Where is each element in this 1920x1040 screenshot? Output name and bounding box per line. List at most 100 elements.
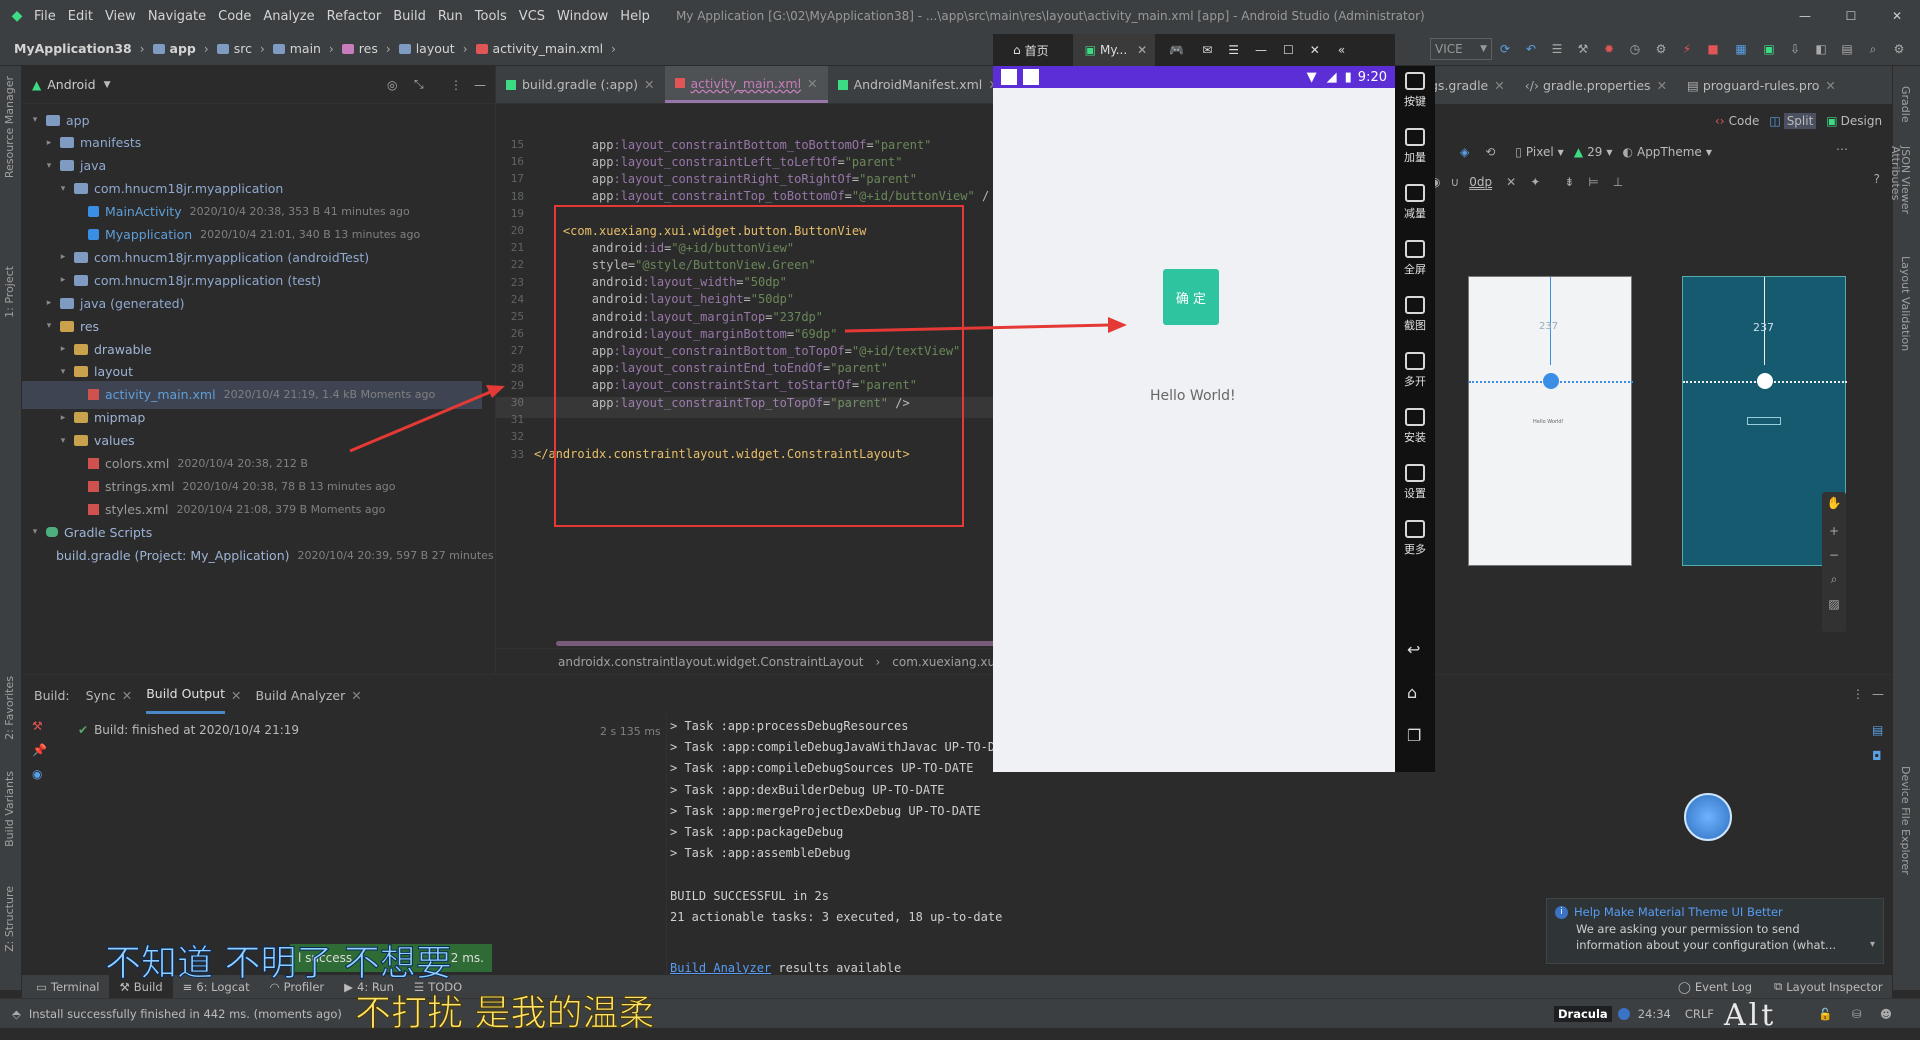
tab-sync[interactable]: Sync: [86, 688, 116, 703]
device-selector[interactable]: Pixel: [1526, 145, 1554, 159]
sdk-icon[interactable]: ⇩: [1782, 42, 1808, 56]
chevron-down-icon[interactable]: ▼: [104, 80, 111, 90]
breadcrumb-item[interactable]: layout: [416, 41, 455, 56]
more-icon[interactable]: ⋮: [1852, 687, 1864, 701]
breadcrumb-item[interactable]: app: [170, 41, 196, 56]
build-icon[interactable]: ⚒: [1570, 42, 1596, 56]
tab-terminal[interactable]: ▭ Terminal: [22, 980, 109, 994]
maximize-icon[interactable]: ☐: [1828, 9, 1874, 23]
editor-tab[interactable]: activity_main.xml ✕: [664, 66, 828, 103]
emulator-tab-app[interactable]: ▣ My... ✕: [1072, 34, 1156, 66]
tab-build-analyzer[interactable]: Build Analyzer: [255, 688, 345, 703]
collapse-arrow-icon[interactable]: ▸: [44, 138, 54, 148]
chevron-down-icon[interactable]: ▾: [1870, 939, 1875, 950]
close-icon[interactable]: ✕: [1825, 78, 1835, 93]
collapse-arrow-icon[interactable]: ▸: [44, 298, 54, 308]
profile-icon[interactable]: ◷: [1622, 42, 1648, 56]
breadcrumb-item[interactable]: res: [359, 41, 378, 56]
breadcrumb-item[interactable]: src: [234, 41, 252, 56]
button-handle[interactable]: [1543, 373, 1559, 389]
collapse-sidebar-icon[interactable]: «: [1338, 43, 1345, 57]
close-icon[interactable]: ✕: [1137, 43, 1147, 57]
breadcrumb-node[interactable]: androidx.constraintlayout.widget.Constra…: [558, 655, 863, 669]
minimize-icon[interactable]: —: [1782, 9, 1828, 23]
structure-tool-tab[interactable]: Z: Structure: [3, 886, 16, 952]
menu-item[interactable]: Code: [218, 9, 251, 24]
menu-item[interactable]: Build: [393, 9, 426, 24]
expand-arrow-icon[interactable]: ▾: [44, 321, 54, 331]
undo-icon[interactable]: ↶: [1518, 42, 1544, 56]
collapse-icon[interactable]: ⤡: [414, 77, 424, 92]
attach-icon[interactable]: ⚙: [1648, 42, 1674, 56]
close-icon[interactable]: ✕: [1874, 9, 1920, 23]
close-icon[interactable]: ✕: [644, 77, 654, 92]
gamepad-icon[interactable]: 🎮: [1169, 43, 1184, 57]
stop-icon[interactable]: ■: [1700, 42, 1726, 56]
hide-icon[interactable]: —: [474, 78, 486, 92]
design-mode-button[interactable]: Design: [1841, 114, 1882, 128]
emulator-tab-home[interactable]: ⌂ 首页: [993, 34, 1059, 66]
layout-inspector-tab[interactable]: ⧉ Layout Inspector: [1774, 975, 1883, 998]
device-file-explorer-tool-tab[interactable]: Device File Explorer: [1899, 766, 1912, 875]
expand-arrow-icon[interactable]: ▾: [58, 436, 68, 446]
menu-item[interactable]: VCS: [519, 9, 545, 24]
close-icon[interactable]: ✕: [122, 688, 132, 703]
close-icon[interactable]: ✕: [1310, 43, 1320, 57]
project-tool-tab[interactable]: 1: Project: [3, 266, 16, 318]
build-status-row[interactable]: ✔ Build: finished at 2020/10/4 21:19: [78, 723, 678, 737]
menu-item[interactable]: Help: [620, 9, 650, 24]
close-icon[interactable]: ✕: [1657, 78, 1667, 93]
close-icon[interactable]: ✕: [1494, 78, 1504, 93]
breadcrumb-item[interactable]: MyApplication38: [14, 41, 132, 56]
theme-selector[interactable]: AppTheme: [1637, 145, 1702, 159]
split-mode-button[interactable]: Split: [1783, 113, 1817, 129]
zoom-out-icon[interactable]: −: [1829, 548, 1839, 562]
zoom-fit-icon[interactable]: ⌕: [1831, 572, 1838, 587]
debug-icon[interactable]: ✹: [1596, 42, 1622, 56]
menu-item[interactable]: Navigate: [148, 9, 206, 24]
pack-icon[interactable]: ⇟: [1564, 175, 1574, 189]
editor-tab[interactable]: build.gradle (:app) ✕: [496, 66, 665, 103]
confirm-button[interactable]: 确 定: [1163, 269, 1219, 325]
close-icon[interactable]: ✕: [807, 76, 817, 91]
phone-screen[interactable]: ▼ ◢ ▮ 9:20 确 定 Hello World!: [993, 66, 1395, 772]
notification-balloon[interactable]: i Help Make Material Theme UI Better We …: [1546, 898, 1884, 964]
sync-icon[interactable]: ⟳: [1492, 42, 1518, 56]
mail-icon[interactable]: ✉: [1202, 43, 1212, 57]
menu-item[interactable]: Refactor: [327, 9, 382, 24]
help-icon[interactable]: ?: [1874, 172, 1880, 186]
emulator-side-button[interactable]: 安装: [1395, 408, 1435, 445]
menu-item[interactable]: View: [105, 9, 136, 24]
breadcrumb-item[interactable]: main: [290, 41, 321, 56]
menu-icon[interactable]: ☰: [1228, 43, 1239, 57]
tree-item[interactable]: build.gradle (Project: My_Application) 20…: [22, 541, 496, 569]
emulator-side-button[interactable]: 截图: [1395, 296, 1435, 333]
hide-icon[interactable]: —: [1872, 687, 1884, 701]
editor-tab[interactable]: AndroidManifest.xml✕: [828, 66, 1009, 103]
avd-icon[interactable]: ▣: [1756, 42, 1782, 56]
build-analyzer-link[interactable]: Build Analyzer: [670, 961, 771, 975]
home-nav-icon[interactable]: ⌂: [1407, 683, 1417, 702]
menu-item[interactable]: Window: [557, 9, 608, 24]
recents-icon[interactable]: ❐: [1407, 726, 1421, 745]
horizontal-scrollbar[interactable]: [556, 641, 996, 646]
view-mode-selector[interactable]: Android: [47, 77, 95, 92]
cursor-position[interactable]: 24:34: [1638, 1007, 1671, 1021]
code-mode-button[interactable]: Code: [1729, 114, 1760, 128]
minimize-icon[interactable]: —: [1255, 43, 1267, 57]
emulator-side-button[interactable]: 多开: [1395, 352, 1435, 389]
maximize-icon[interactable]: ☐: [1283, 43, 1294, 57]
menu-item[interactable]: Analyze: [263, 9, 314, 24]
floating-assistant-icon[interactable]: [1684, 793, 1732, 841]
palette-icon[interactable]: ◈: [1460, 145, 1469, 159]
device-dropdown[interactable]: VICE ▼: [1430, 38, 1492, 60]
pan-icon[interactable]: ✋: [1827, 496, 1842, 510]
collapse-arrow-icon[interactable]: ▸: [58, 413, 68, 423]
menu-item[interactable]: Tools: [475, 9, 507, 24]
resource-manager-tool-tab[interactable]: Resource Manager: [3, 76, 16, 178]
lock-icon[interactable]: 🔓: [1818, 1007, 1832, 1021]
infer-icon[interactable]: ✦: [1530, 175, 1540, 189]
orientation-icon[interactable]: ⟲: [1485, 145, 1495, 159]
structure-icon[interactable]: ◧: [1808, 42, 1834, 56]
line-separator[interactable]: CRLF: [1685, 1007, 1714, 1021]
